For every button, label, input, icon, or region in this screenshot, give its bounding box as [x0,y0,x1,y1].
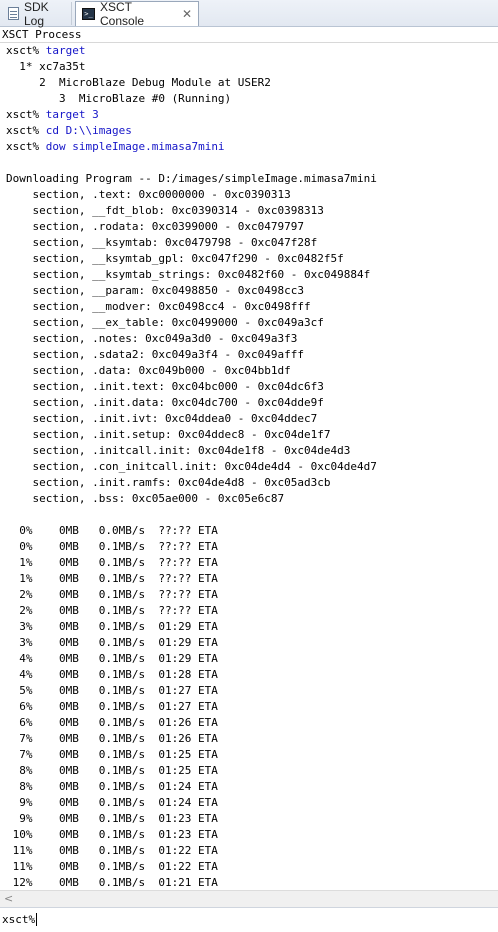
command-prompt: xsct% [6,44,46,57]
console-output-line: section, .text: 0xc0000000 - 0xc0390313 [6,188,291,201]
console-command-line: xsct% target 3 [6,107,498,123]
console-output-line: 6% 0MB 0.1MB/s 01:26 ETA [6,716,218,729]
console-command-line: xsct% cd D:\\images [6,123,498,139]
console-output-line: section, .rodata: 0xc0399000 - 0xc047979… [6,220,305,233]
console-output-line: section, .init.ivt: 0xc04ddea0 - 0xc04dd… [6,412,318,425]
console-output-line: section, __ksymtab_gpl: 0xc047f290 - 0xc… [6,252,344,265]
scroll-left-arrow-icon[interactable]: < [4,892,13,905]
console-output-line: 5% 0MB 0.1MB/s 01:27 ETA [6,684,218,697]
command-prompt: xsct% [6,140,46,153]
console-output-line: 8% 0MB 0.1MB/s 01:25 ETA [6,764,218,777]
horizontal-scrollbar[interactable]: < [0,890,498,907]
console-command-line: xsct% dow simpleImage.mimasa7mini [6,139,498,155]
log-icon [8,7,19,20]
command-text: dow simpleImage.mimasa7mini [45,140,225,153]
console-output-line: section, __ksymtab_strings: 0xc0482f60 -… [6,268,371,281]
command-text: target [45,44,86,57]
console-output-line: section, .data: 0xc049b000 - 0xc04bb1df [6,364,291,377]
input-prompt: xsct% [2,913,36,926]
console-output-line: section, __modver: 0xc0498cc4 - 0xc0498f… [6,300,311,313]
console-output-line: 8% 0MB 0.1MB/s 01:24 ETA [6,780,218,793]
console-output-line: 3% 0MB 0.1MB/s 01:29 ETA [6,636,218,649]
console-output-line: section, .init.text: 0xc04bc000 - 0xc04d… [6,380,324,393]
console-output-line: section, __fdt_blob: 0xc0390314 - 0xc039… [6,204,324,217]
console-output-line: section, .bss: 0xc05ae000 - 0xc05e6c87 [6,492,285,505]
console-output-line: 1* xc7a35t [6,60,86,73]
console-input[interactable] [36,911,486,928]
tab-sdk-log-label: SDK Log [24,0,49,28]
console-tab-bar: SDK Log >_ XSCT Console ✕ [0,0,498,28]
console-output-line: 2 MicroBlaze Debug Module at USER2 [6,76,271,89]
console-output-line: 3% 0MB 0.1MB/s 01:29 ETA [6,620,218,633]
console-output-line: 1% 0MB 0.1MB/s ??:?? ETA [6,556,218,569]
text-caret [36,913,37,926]
console-output-line: 9% 0MB 0.1MB/s 01:24 ETA [6,796,218,809]
console-output-line: 11% 0MB 0.1MB/s 01:22 ETA [6,844,218,857]
console-output-line: section, .con_initcall.init: 0xc04de4d4 … [6,460,377,473]
console-output-line: 10% 0MB 0.1MB/s 01:23 ETA [6,828,218,841]
console-output-line: 3 MicroBlaze #0 (Running) [6,92,232,105]
console-command-line: xsct% target [6,43,498,59]
console-output-line: 11% 0MB 0.1MB/s 01:22 ETA [6,860,218,873]
console-output-line: section, .notes: 0xc049a3d0 - 0xc049a3f3 [6,332,298,345]
console-output-line: section, __ksymtab: 0xc0479798 - 0xc047f… [6,236,318,249]
console-output-line: section, .init.setup: 0xc04ddec8 - 0xc04… [6,428,331,441]
console-output-line: 7% 0MB 0.1MB/s 01:25 ETA [6,748,218,761]
console-output-line: 1% 0MB 0.1MB/s ??:?? ETA [6,572,218,585]
console-output-line: 0% 0MB 0.0MB/s ??:?? ETA [6,524,218,537]
console-output-line: 6% 0MB 0.1MB/s 01:27 ETA [6,700,218,713]
close-icon[interactable]: ✕ [182,7,192,21]
console-output-line: 2% 0MB 0.1MB/s ??:?? ETA [6,604,218,617]
console-output-line: section, .init.data: 0xc04dc700 - 0xc04d… [6,396,324,409]
console-output-line: Downloading Program -- D:/images/simpleI… [6,172,377,185]
command-text: cd D:\\images [45,124,132,137]
console-output-line: section, __ex_table: 0xc0499000 - 0xc049… [6,316,324,329]
console-output[interactable]: xsct% target 1* xc7a35t 2 MicroBlaze Deb… [0,42,498,890]
console-output-line: section, .sdata2: 0xc049a3f4 - 0xc049aff… [6,348,305,361]
command-prompt: xsct% [6,124,46,137]
command-prompt: xsct% [6,108,46,121]
tab-sdk-log[interactable]: SDK Log [2,0,72,28]
tab-xsct-console[interactable]: >_ XSCT Console ✕ [75,0,199,28]
console-output-line: 0% 0MB 0.1MB/s ??:?? ETA [6,540,218,553]
console-output-line: 9% 0MB 0.1MB/s 01:23 ETA [6,812,218,825]
console-icon: >_ [82,8,95,20]
command-text: target 3 [45,108,99,121]
process-label: XSCT Process [2,28,82,41]
console-output-line: 2% 0MB 0.1MB/s ??:?? ETA [6,588,218,601]
console-output-line: 7% 0MB 0.1MB/s 01:26 ETA [6,732,218,745]
console-output-line: 4% 0MB 0.1MB/s 01:29 ETA [6,652,218,665]
console-output-line: 12% 0MB 0.1MB/s 01:21 ETA [6,876,218,889]
console-output-line: section, __param: 0xc0498850 - 0xc0498cc… [6,284,305,297]
tab-xsct-console-label: XSCT Console [100,0,145,28]
console-input-bar: xsct% [0,907,498,932]
console-output-line: 4% 0MB 0.1MB/s 01:28 ETA [6,668,218,681]
console-output-line: section, .init.ramfs: 0xc04de4d8 - 0xc05… [6,476,331,489]
console-output-line: section, .initcall.init: 0xc04de1f8 - 0x… [6,444,351,457]
